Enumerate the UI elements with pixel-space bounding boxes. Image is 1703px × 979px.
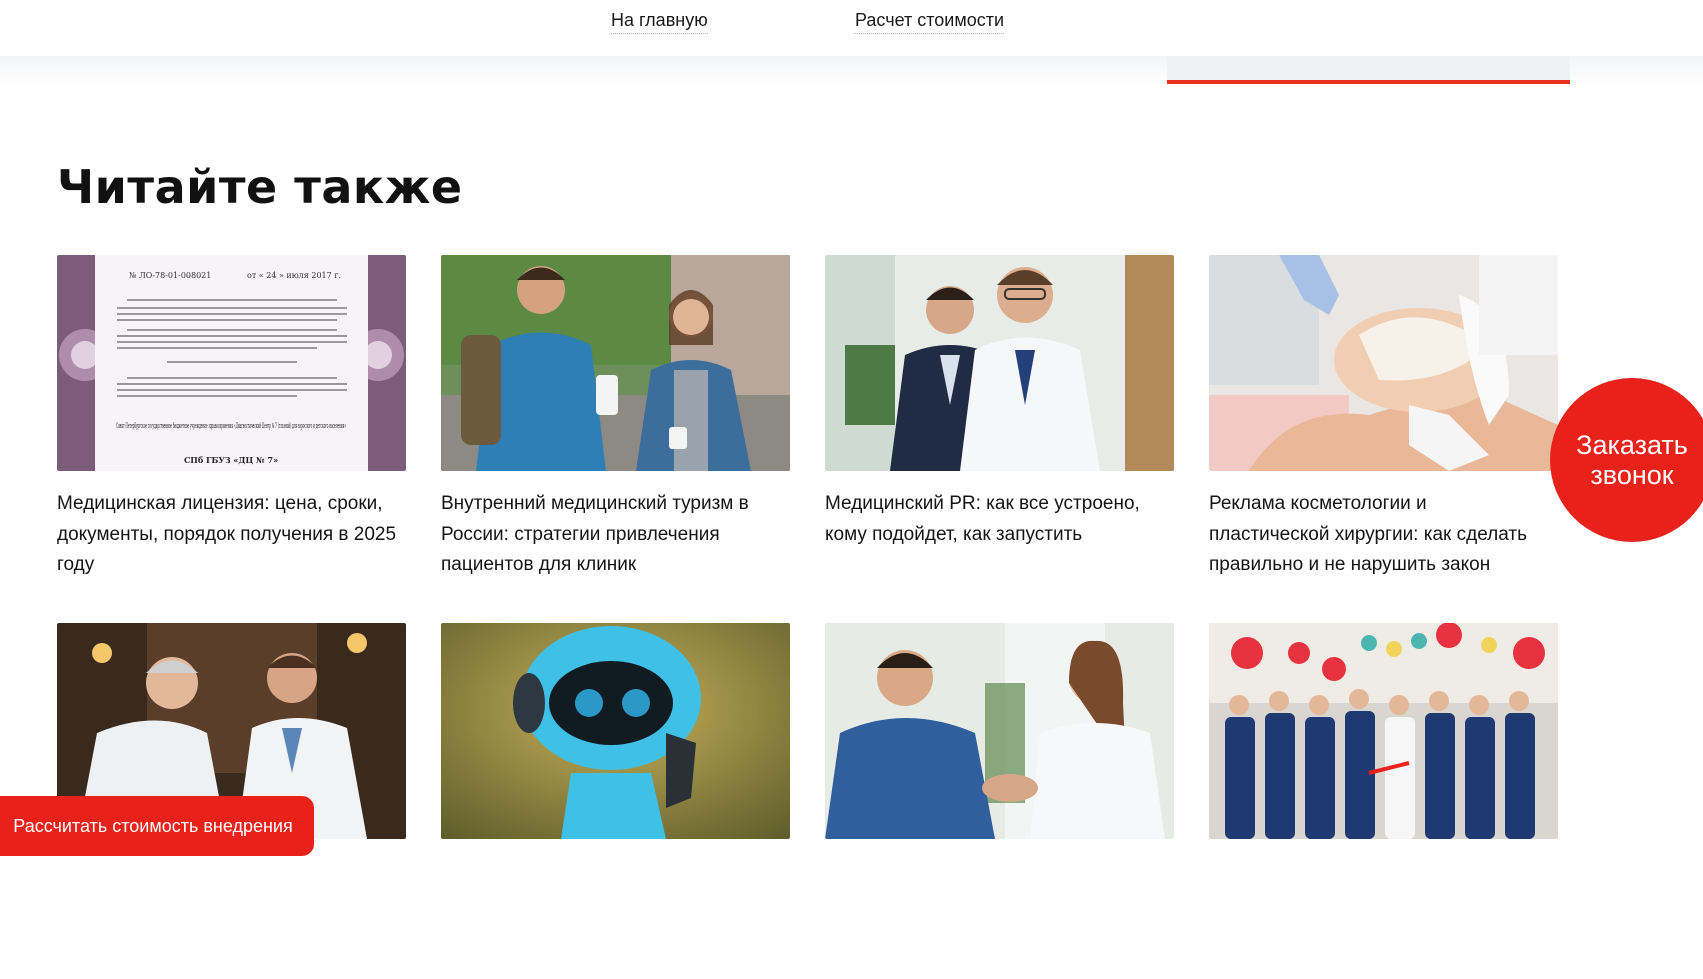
article-image-license: № ЛО-78-01-008021 от « 24 » июля 2017 г.… [57,255,406,471]
article-card[interactable]: Медицинский PR: как все устроено, кому п… [825,255,1174,611]
article-image-handshake [825,623,1174,839]
calculate-implementation-cost-button[interactable]: Рассчитать стоимость внедрения [0,796,314,856]
active-tab-indicator [1167,56,1570,84]
article-card[interactable]: Внутренний медицинский туризм в России: … [441,255,790,611]
license-short-name: СПб ГБУЗ «ДЦ № 7» [184,455,278,465]
article-card[interactable]: Реклама косметологии и пластической хиру… [1209,255,1558,611]
section-title: Читайте также [57,160,463,214]
license-org: Санкт-Петербургское государственное бюдж… [116,422,346,430]
article-card[interactable] [441,623,790,979]
top-navigation: На главную Расчет стоимости [0,0,1703,56]
article-image-robot [441,623,790,839]
article-title[interactable]: Медицинская лицензия: цена, сроки, докум… [57,489,406,611]
article-title[interactable] [441,857,790,979]
article-card[interactable] [1209,623,1558,979]
license-date: от « 24 » июля 2017 г. [247,271,341,280]
article-image-doctors [825,255,1174,471]
article-image-tourists [441,255,790,471]
article-title[interactable]: Внутренний медицинский туризм в России: … [441,489,790,611]
article-title[interactable] [1209,857,1558,979]
article-card[interactable] [825,623,1174,979]
article-title[interactable]: Реклама косметологии и пластической хиру… [1209,489,1558,611]
license-number: № ЛО-78-01-008021 [129,271,211,280]
nav-link-cost-calculation[interactable]: Расчет стоимости [855,10,1005,34]
article-image-cosmetology [1209,255,1558,471]
nav-link-home[interactable]: На главную [611,10,708,34]
order-call-button[interactable]: Заказать звонок [1550,378,1703,542]
article-title[interactable]: Медицинский PR: как все устроено, кому п… [825,489,1174,611]
article-card[interactable]: № ЛО-78-01-008021 от « 24 » июля 2017 г.… [57,255,406,611]
article-image-team [1209,623,1558,839]
order-call-label: Заказать звонок [1576,430,1688,490]
article-title[interactable] [825,857,1174,979]
article-title[interactable] [57,857,406,979]
articles-grid: № ЛО-78-01-008021 от « 24 » июля 2017 г.… [57,255,1558,979]
